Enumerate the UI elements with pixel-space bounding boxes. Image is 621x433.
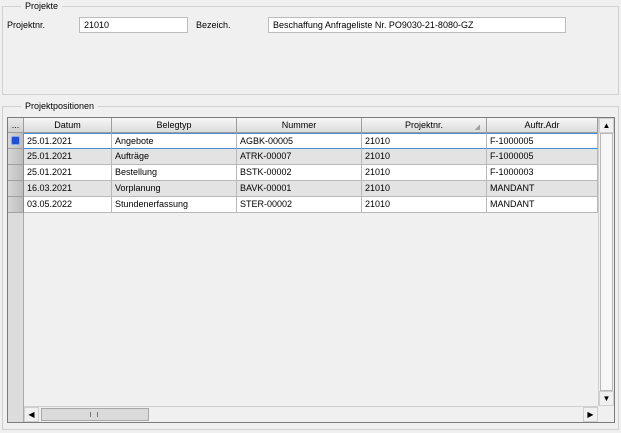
cell-belegtyp[interactable]: Vorplanung: [112, 181, 237, 197]
scroll-right-button[interactable]: ▶: [583, 407, 598, 422]
cell-auftr-adr[interactable]: F-1000005: [487, 149, 598, 165]
cell-nummer[interactable]: AGBK-00005: [237, 133, 362, 149]
scroll-up-button[interactable]: ▲: [599, 118, 614, 133]
projekte-legend: Projekte: [21, 1, 63, 12]
cell-belegtyp[interactable]: Bestellung: [112, 165, 237, 181]
cell-projektnr[interactable]: 21010: [362, 149, 487, 165]
cell-datum[interactable]: 25.01.2021: [24, 133, 112, 149]
grip-icon: [90, 412, 98, 417]
column-header-auftr-adr[interactable]: Auftr.Adr: [487, 118, 598, 133]
row-header[interactable]: [8, 181, 24, 197]
cell-datum[interactable]: 25.01.2021: [24, 165, 112, 181]
table-row[interactable]: 03.05.2022 Stundenerfassung STER-00002 2…: [8, 197, 598, 213]
cell-auftr-adr[interactable]: F-1000005: [487, 133, 598, 149]
cell-nummer[interactable]: STER-00002: [237, 197, 362, 213]
scroll-left-button[interactable]: ◀: [24, 407, 39, 422]
row-header[interactable]: [8, 197, 24, 213]
cell-nummer[interactable]: ATRK-00007: [237, 149, 362, 165]
column-header-projektnr-label: Projektnr.: [404, 120, 444, 130]
cell-projektnr[interactable]: 21010: [362, 165, 487, 181]
row-header-corner[interactable]: ...: [8, 118, 24, 133]
cell-belegtyp[interactable]: Aufträge: [112, 149, 237, 165]
grid-rows: 25.01.2021 Angebote AGBK-00005 21010 F-1…: [8, 133, 598, 213]
row-header[interactable]: [8, 149, 24, 165]
projektnr-field[interactable]: 21010: [79, 17, 188, 33]
column-header-datum[interactable]: Datum: [24, 118, 112, 133]
cell-datum[interactable]: 25.01.2021: [24, 149, 112, 165]
horizontal-scrollbar[interactable]: ◀ ▶: [24, 406, 598, 422]
horizontal-scroll-thumb[interactable]: [41, 408, 149, 421]
bezeich-field[interactable]: Beschaffung Anfrageliste Nr. PO9030-21-8…: [268, 17, 566, 33]
cell-nummer[interactable]: BAVK-00001: [237, 181, 362, 197]
current-row-icon: [12, 137, 19, 144]
column-header-projektnr[interactable]: Projektnr. ◢: [362, 118, 487, 133]
cell-belegtyp[interactable]: Stundenerfassung: [112, 197, 237, 213]
cell-auftr-adr[interactable]: MANDANT: [487, 197, 598, 213]
table-row[interactable]: 25.01.2021 Bestellung BSTK-00002 21010 F…: [8, 165, 598, 181]
positions-grid: ... Datum Belegtyp Nummer Projektnr. ◢ A…: [7, 117, 615, 423]
cell-projektnr[interactable]: 21010: [362, 181, 487, 197]
grid-header: ... Datum Belegtyp Nummer Projektnr. ◢ A…: [8, 118, 598, 133]
table-row[interactable]: 25.01.2021 Aufträge ATRK-00007 21010 F-1…: [8, 149, 598, 165]
vertical-scroll-thumb[interactable]: [600, 133, 613, 391]
vertical-scrollbar[interactable]: ▲ ▼: [598, 118, 614, 406]
cell-belegtyp[interactable]: Angebote: [112, 133, 237, 149]
table-row[interactable]: 16.03.2021 Vorplanung BAVK-00001 21010 M…: [8, 181, 598, 197]
cell-auftr-adr[interactable]: F-1000003: [487, 165, 598, 181]
scrollbar-corner: [598, 406, 614, 422]
cell-datum[interactable]: 03.05.2022: [24, 197, 112, 213]
scroll-down-button[interactable]: ▼: [599, 391, 614, 406]
cell-datum[interactable]: 16.03.2021: [24, 181, 112, 197]
bezeich-label: Bezeich.: [196, 20, 231, 30]
column-header-nummer[interactable]: Nummer: [237, 118, 362, 133]
row-header[interactable]: [8, 165, 24, 181]
cell-nummer[interactable]: BSTK-00002: [237, 165, 362, 181]
cell-auftr-adr[interactable]: MANDANT: [487, 181, 598, 197]
cell-projektnr[interactable]: 21010: [362, 133, 487, 149]
column-header-belegtyp[interactable]: Belegtyp: [112, 118, 237, 133]
cell-projektnr[interactable]: 21010: [362, 197, 487, 213]
projektnr-label: Projektnr.: [7, 20, 46, 30]
table-row[interactable]: 25.01.2021 Angebote AGBK-00005 21010 F-1…: [8, 133, 598, 149]
projektpositionen-legend: Projektpositionen: [21, 101, 99, 112]
row-header[interactable]: [8, 133, 24, 149]
